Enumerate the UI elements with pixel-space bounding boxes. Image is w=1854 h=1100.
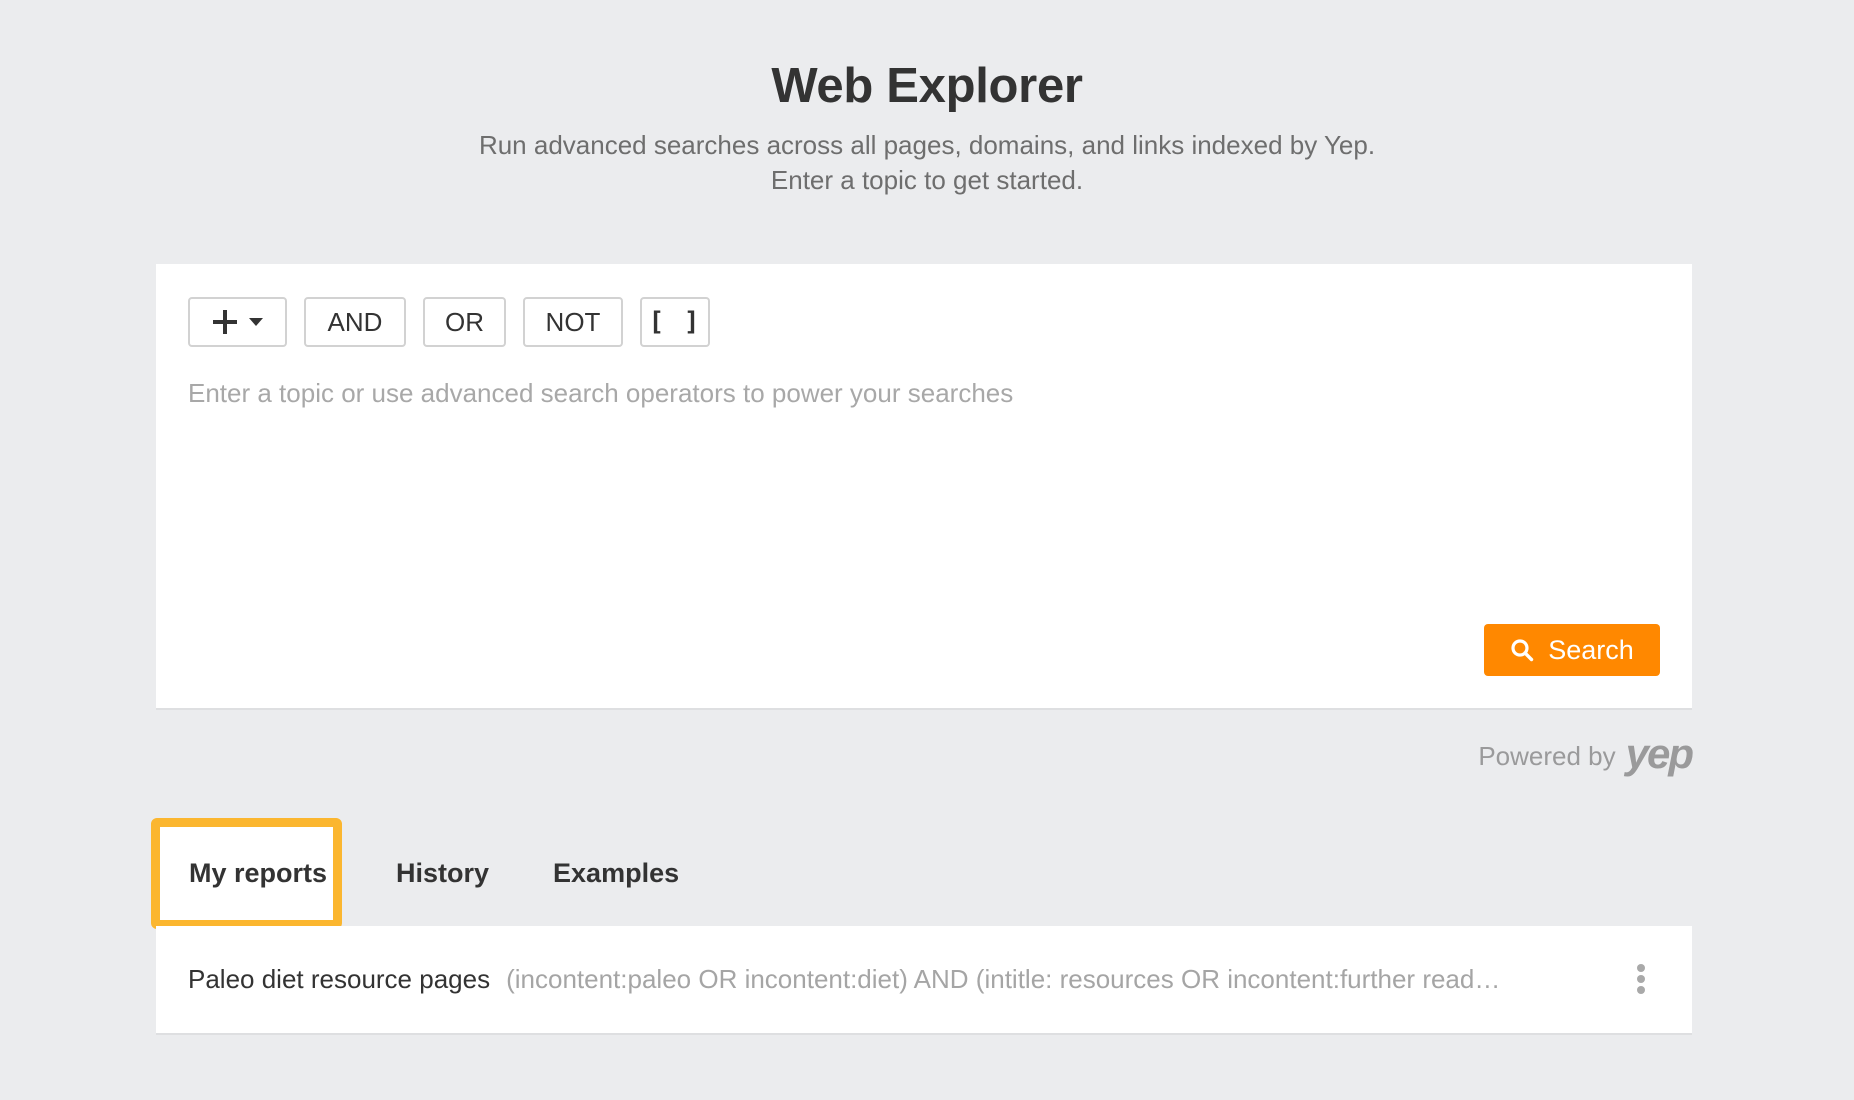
not-operator-button[interactable]: NOT [523, 297, 623, 347]
report-name: Paleo diet resource pages [188, 964, 491, 994]
powered-by-label: Powered by [1478, 740, 1616, 771]
add-operator-dropdown-button[interactable] [188, 297, 287, 347]
kebab-menu-icon[interactable] [1634, 964, 1648, 996]
search-panel: AND OR NOT [ ] Search [156, 264, 1692, 708]
search-button-label: Search [1548, 634, 1634, 665]
powered-by: Powered by yep [1478, 733, 1694, 776]
subtitle-line-1: Run advanced searches across all pages, … [478, 130, 1376, 160]
yep-logo[interactable]: yep [1626, 733, 1694, 775]
or-operator-button[interactable]: OR [423, 297, 506, 347]
tab-my-reports[interactable]: My reports [151, 818, 342, 929]
reports-tabs: My reports History Examples [151, 818, 679, 929]
subtitle-line-2: Enter a topic to get started. [770, 165, 1084, 195]
plus-icon [212, 310, 237, 334]
search-icon [1511, 639, 1534, 662]
tab-history[interactable]: History [396, 818, 489, 929]
brackets-operator-button[interactable]: [ ] [640, 297, 710, 347]
and-operator-button[interactable]: AND [304, 297, 406, 347]
brackets-icon: [ ] [648, 307, 702, 337]
list-item[interactable]: Paleo diet resource pages (incontent:pal… [156, 926, 1692, 1033]
report-query: (incontent:paleo OR incontent:diet) AND … [506, 964, 1501, 994]
query-input[interactable] [188, 376, 1658, 596]
caret-down-icon [248, 318, 263, 326]
page-subtitle: Run advanced searches across all pages, … [0, 128, 1854, 198]
page-title: Web Explorer [771, 59, 1083, 113]
tab-examples[interactable]: Examples [553, 818, 679, 929]
search-button[interactable]: Search [1484, 624, 1660, 676]
operator-toolbar: AND OR NOT [ ] [188, 297, 710, 347]
reports-list: Paleo diet resource pages (incontent:pal… [156, 926, 1692, 1033]
